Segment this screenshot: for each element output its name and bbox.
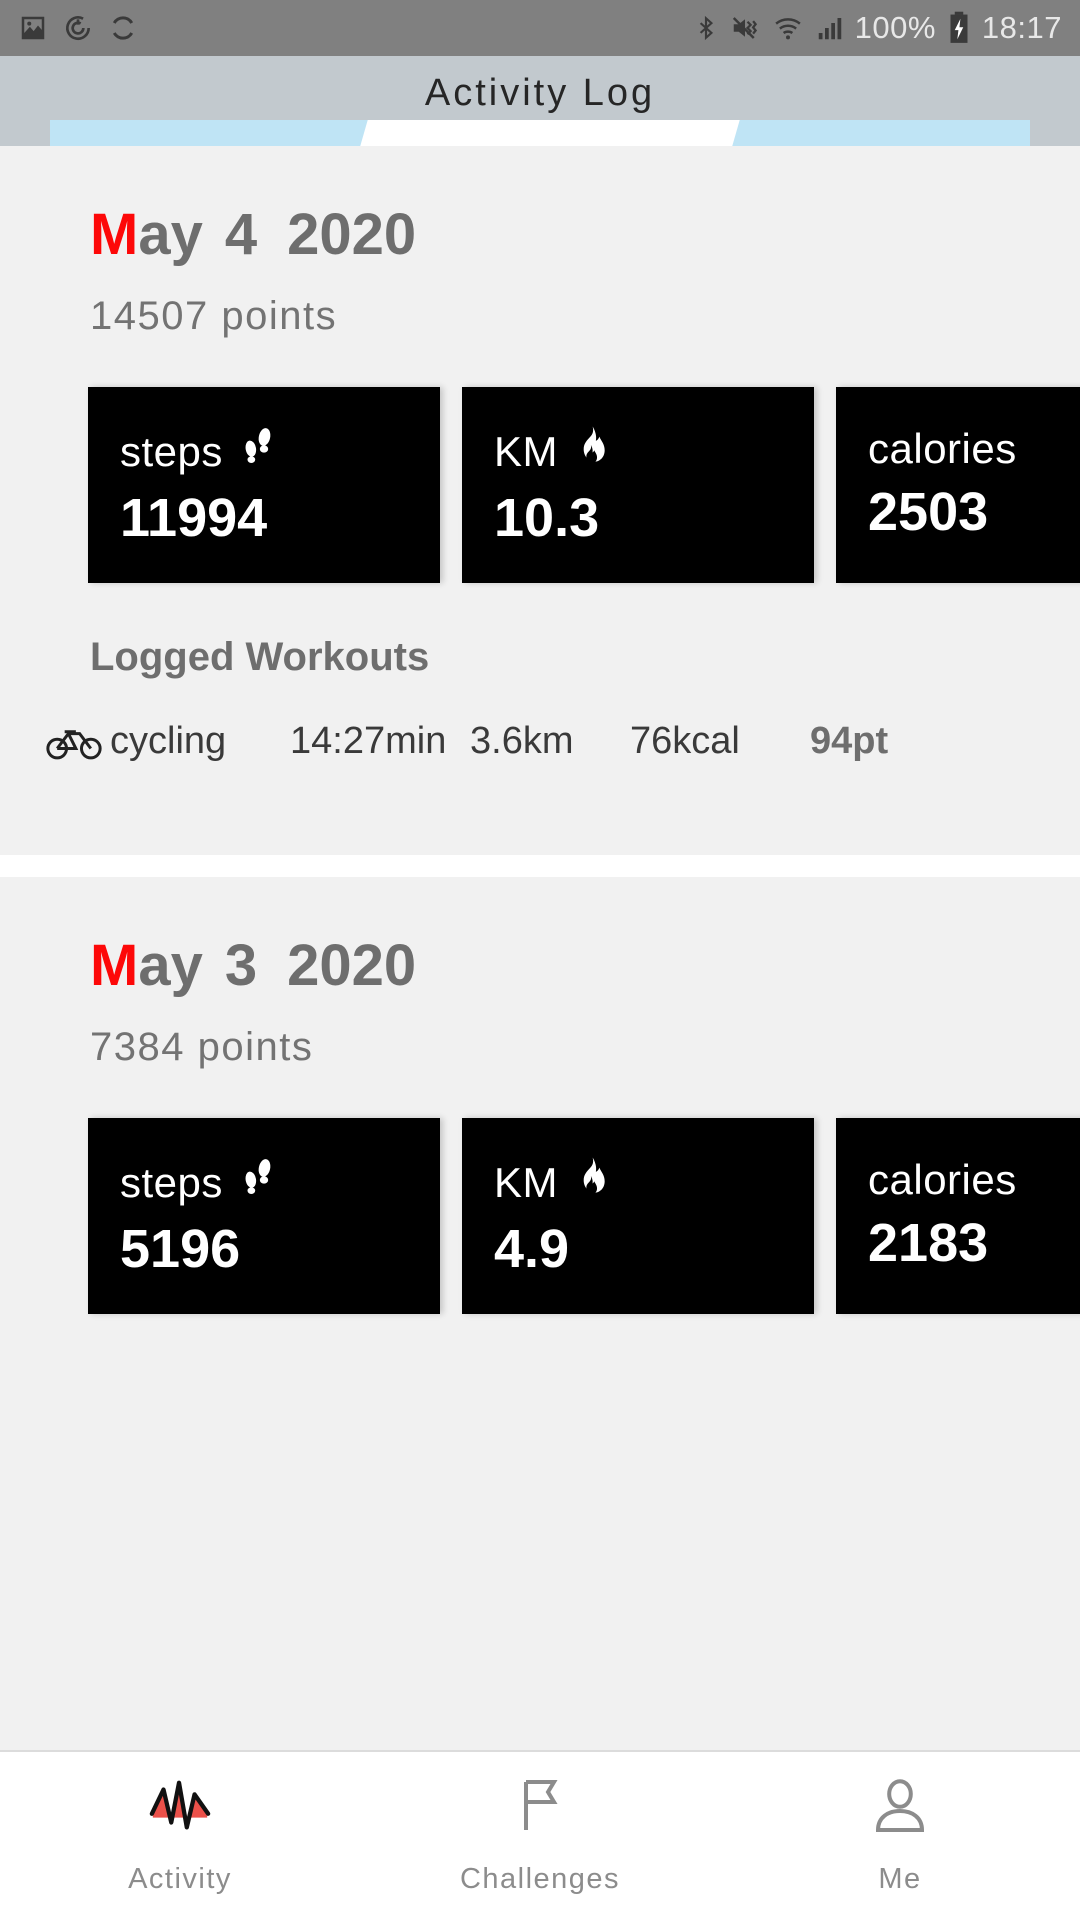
stat-card-label: steps <box>120 1159 223 1206</box>
power-restart-icon <box>62 12 94 44</box>
day-header: May 3 2020 7384 points <box>0 877 1080 1070</box>
bicycle-icon <box>46 722 102 762</box>
stat-card-value: 5196 <box>120 1219 241 1279</box>
logged-workouts-heading: Logged Workouts <box>90 635 430 679</box>
app-bar: Activity Log <box>0 56 1080 146</box>
sync-icon <box>108 13 138 43</box>
image-icon <box>18 13 48 43</box>
stat-card-label: calories <box>868 425 1017 472</box>
pulse-icon <box>147 1776 213 1841</box>
workout-distance: 3.6km <box>470 720 574 762</box>
stat-card-carousel[interactable]: steps 11994 KM 10.3 calories 2503 <box>0 387 1080 583</box>
stat-card-label: KM <box>494 1159 558 1206</box>
day-separator <box>0 855 1080 877</box>
date-heading: May 3 2020 <box>90 937 1080 995</box>
year-number: 2020 <box>287 202 417 267</box>
stat-card-label: KM <box>494 428 558 475</box>
status-bar-left-icons <box>18 12 138 44</box>
day-section: May 3 2020 7384 points steps 5196 KM 4.9… <box>0 877 1080 1314</box>
wifi-icon <box>771 13 805 43</box>
flame-icon <box>572 425 608 479</box>
stat-card-label-row: KM <box>494 425 814 479</box>
stat-card-calories[interactable]: calories 2503 <box>836 387 1080 583</box>
stat-card-value: 10.3 <box>494 488 600 548</box>
stat-card-value: 4.9 <box>494 1219 570 1279</box>
stat-card-label: steps <box>120 428 223 475</box>
nav-label-me: Me <box>878 1863 922 1895</box>
bottom-navigation: Activity Challenges Me <box>0 1750 1080 1920</box>
day-points: 7384 points <box>90 1025 314 1069</box>
nav-item-activity[interactable]: Activity <box>0 1752 360 1920</box>
stat-card-carousel[interactable]: steps 5196 KM 4.9 calories 2183 <box>0 1118 1080 1314</box>
stat-card-steps[interactable]: steps 5196 <box>88 1118 440 1314</box>
stat-card-value: 11994 <box>120 488 268 548</box>
workout-name: cycling <box>110 720 227 762</box>
stat-card-label-row: KM <box>494 1156 814 1210</box>
person-icon <box>871 1776 929 1841</box>
day-number: 4 <box>224 202 258 267</box>
year-number: 2020 <box>287 933 417 998</box>
cell-signal-icon <box>815 13 845 43</box>
battery-charging-icon <box>948 11 970 45</box>
stat-card-label-row: steps <box>120 1156 440 1210</box>
mute-vibrate-icon <box>729 13 761 43</box>
nav-label-activity: Activity <box>128 1863 232 1895</box>
stat-card-label-row: calories <box>868 425 1080 473</box>
workout-points: 94pt <box>810 720 889 762</box>
stat-card-calories[interactable]: calories 2183 <box>836 1118 1080 1314</box>
stat-card-label-row: calories <box>868 1156 1080 1204</box>
month-rest: ay <box>138 933 203 998</box>
day-number: 3 <box>224 933 258 998</box>
tab-indicator[interactable] <box>50 120 1030 146</box>
stat-card-label-row: steps <box>120 425 440 479</box>
workout-duration: 14:27min <box>290 720 447 762</box>
tab-indicator-active-segment <box>359 120 740 146</box>
stat-card-km[interactable]: KM 10.3 <box>462 387 814 583</box>
battery-percent-label: 100% <box>854 10 936 45</box>
date-heading: May 4 2020 <box>90 206 1080 264</box>
day-section: May 4 2020 14507 points steps 11994 KM 1… <box>0 146 1080 855</box>
status-bar-right-icons: 100% 18:17 <box>693 10 1062 46</box>
status-bar: 100% 18:17 <box>0 0 1080 56</box>
stat-card-label: calories <box>868 1156 1017 1203</box>
footprints-icon <box>237 425 277 479</box>
stat-card-km[interactable]: KM 4.9 <box>462 1118 814 1314</box>
month-first-letter: M <box>90 933 139 998</box>
stat-card-steps[interactable]: steps 11994 <box>88 387 440 583</box>
nav-label-challenges: Challenges <box>459 1863 621 1895</box>
workout-calories: 76kcal <box>630 720 740 762</box>
stat-card-value: 2183 <box>868 1213 989 1273</box>
nav-item-me[interactable]: Me <box>720 1752 1080 1920</box>
month-first-letter: M <box>90 202 139 267</box>
bluetooth-icon <box>693 12 719 44</box>
clock-label: 18:17 <box>981 10 1062 45</box>
flame-icon <box>572 1156 608 1210</box>
activity-log-scroll-area[interactable]: May 4 2020 14507 points steps 11994 KM 1… <box>0 146 1080 1752</box>
day-points: 14507 points <box>90 294 338 338</box>
stat-card-value: 2503 <box>868 482 989 542</box>
nav-item-challenges[interactable]: Challenges <box>360 1752 720 1920</box>
footprints-icon <box>237 1156 277 1210</box>
month-rest: ay <box>138 202 203 267</box>
workout-row[interactable]: cycling 14:27min 3.6km 76kcal 94pt <box>0 680 1080 763</box>
page-title: Activity Log <box>424 72 656 114</box>
day-header: May 4 2020 14507 points <box>0 146 1080 339</box>
flag-icon <box>510 1776 570 1841</box>
